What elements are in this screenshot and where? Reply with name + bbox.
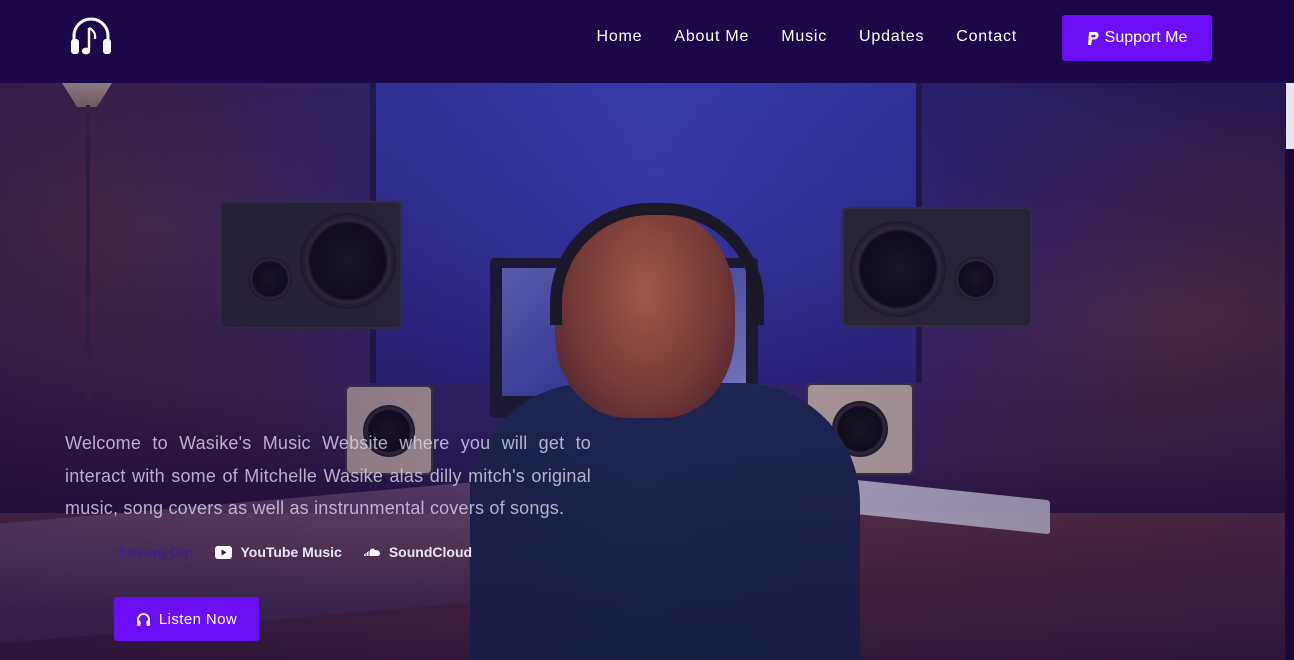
support-me-button[interactable]: Support Me <box>1062 15 1212 61</box>
nav-link-about-me[interactable]: About Me <box>674 28 749 46</box>
stream-platforms: Stream On: YouTube Music SoundCloud <box>118 544 494 560</box>
hero-background-image <box>0 83 1285 660</box>
hero-intro-text: Welcome to Wasike's Music Website where … <box>65 433 591 518</box>
navbar: Home About Me Music Updates Contact Supp… <box>0 0 1294 83</box>
hero-overlay <box>0 83 1285 660</box>
paypal-icon <box>1087 31 1100 46</box>
page: Home About Me Music Updates Contact Supp… <box>0 0 1294 660</box>
nav-link-music[interactable]: Music <box>781 28 827 46</box>
soundcloud-link[interactable]: SoundCloud <box>363 544 473 560</box>
stream-on-label: Stream On: <box>118 544 194 560</box>
listen-now-button[interactable]: Listen Now <box>114 597 259 641</box>
page-scrollbar[interactable] <box>1285 83 1294 660</box>
youtube-music-label: YouTube Music <box>240 544 342 560</box>
youtube-play-icon <box>215 545 233 559</box>
scrollbar-thumb[interactable] <box>1286 83 1294 149</box>
soundcloud-label: SoundCloud <box>388 544 473 560</box>
nav-link-home[interactable]: Home <box>596 28 642 46</box>
soundcloud-icon <box>363 547 381 557</box>
listen-now-label: Listen Now <box>158 610 238 628</box>
headphones-icon <box>136 612 151 627</box>
nav-link-contact[interactable]: Contact <box>956 28 1017 46</box>
nav-links: Home About Me Music Updates Contact <box>596 28 1017 46</box>
youtube-music-link[interactable]: YouTube Music <box>215 544 342 560</box>
support-me-label: Support Me <box>1104 29 1188 46</box>
headphones-music-note-icon[interactable] <box>68 14 114 60</box>
nav-link-updates[interactable]: Updates <box>859 28 924 46</box>
